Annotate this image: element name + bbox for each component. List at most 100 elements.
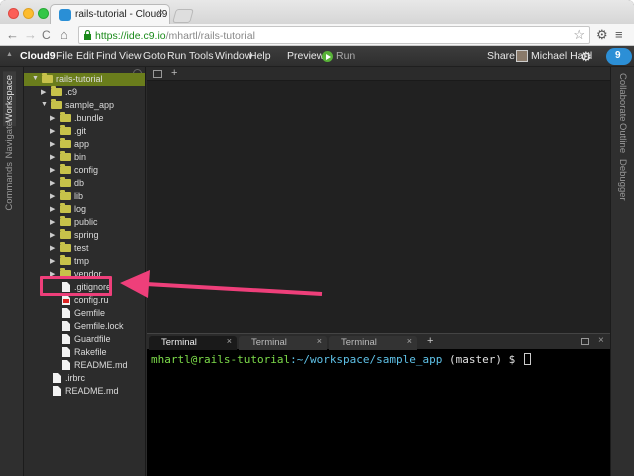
collapsed-caret-icon[interactable]: ▶ [50, 218, 55, 226]
terminal-tab-close-icon[interactable]: × [407, 336, 412, 346]
terminal-output[interactable]: mhartl@rails-tutorial:~/workspace/sample… [151, 353, 531, 366]
cloud9-logo-button[interactable]: 9 [606, 48, 632, 65]
forward-icon[interactable]: → [24, 27, 37, 43]
menu-icon[interactable]: ≡ [615, 27, 623, 42]
tree-file-row[interactable]: Gemfile.lock [24, 320, 145, 333]
terminal-panel[interactable]: Terminal × Terminal × Terminal × + × mha… [147, 333, 610, 476]
tree-folder-row[interactable]: ▼ sample_app [24, 99, 145, 112]
menu-tools[interactable]: Tools [189, 50, 214, 62]
reload-icon[interactable]: C [42, 27, 51, 43]
window-minimize-button[interactable] [23, 8, 34, 19]
tab-debugger[interactable]: Debugger [617, 159, 628, 201]
tab-navigate[interactable]: Navigate [4, 121, 15, 159]
avatar[interactable] [516, 50, 528, 62]
tree-file-row[interactable]: Rakefile [24, 346, 145, 359]
tree-item-label: Rakefile [74, 347, 107, 357]
folder-icon [60, 216, 71, 226]
terminal-tab-3[interactable]: Terminal × [329, 336, 417, 350]
share-button[interactable]: Share [487, 50, 515, 62]
collapsed-caret-icon[interactable]: ▶ [50, 140, 55, 148]
browser-tabstrip: rails-tutorial - Cloud9 × [0, 0, 634, 25]
collapsed-caret-icon[interactable]: ▶ [50, 244, 55, 252]
window-maximize-button[interactable] [38, 8, 49, 19]
collapsed-caret-icon[interactable]: ▶ [50, 257, 55, 265]
tree-folder-row[interactable]: ▶ bin [24, 151, 145, 164]
expanded-caret-icon[interactable]: ▼ [32, 75, 39, 82]
collapsed-caret-icon[interactable]: ▶ [50, 153, 55, 161]
tree-folder-row[interactable]: ▶ .git [24, 125, 145, 138]
collapsed-caret-icon[interactable]: ▶ [50, 114, 55, 122]
tree-folder-row[interactable]: ▶ config [24, 164, 145, 177]
tree-item-label: test [74, 243, 89, 253]
gear-icon[interactable]: ⚙ [596, 27, 608, 43]
tabs-list-icon[interactable] [153, 70, 162, 78]
menu-run[interactable]: Run [167, 50, 186, 62]
tree-file-row[interactable]: Gemfile [24, 307, 145, 320]
tree-file-row[interactable]: Guardfile [24, 333, 145, 346]
tree-file-row[interactable]: README.md [24, 385, 145, 398]
new-tab-button[interactable] [172, 9, 194, 23]
run-button[interactable]: Run [336, 50, 355, 62]
menu-cloud9[interactable]: Cloud9 [20, 50, 56, 62]
close-panel-icon[interactable]: × [598, 335, 604, 346]
menu-view[interactable]: View [119, 50, 142, 62]
terminal-tab-close-icon[interactable]: × [227, 336, 232, 346]
tab-workspace[interactable]: Workspace [3, 71, 16, 127]
browser-tab-active[interactable]: rails-tutorial - Cloud9 × [50, 4, 170, 25]
preview-button[interactable]: Preview [287, 50, 324, 62]
terminal-tab-close-icon[interactable]: × [317, 336, 322, 346]
menu-file[interactable]: File [56, 50, 73, 62]
menu-window[interactable]: Window [215, 50, 252, 62]
settings-gear-icon[interactable]: ⚙ [580, 49, 592, 65]
address-bar[interactable]: https://ide.c9.io/mhartl/rails-tutorial … [78, 26, 590, 44]
collapsed-caret-icon[interactable]: ▶ [41, 88, 46, 96]
tree-folder-row[interactable]: ▶ .bundle [24, 112, 145, 125]
tree-folder-row[interactable]: ▶ tmp [24, 255, 145, 268]
terminal-tab-2[interactable]: Terminal × [239, 336, 327, 350]
tree-folder-row[interactable]: ▶ db [24, 177, 145, 190]
tab-collaborate[interactable]: Collaborate [617, 73, 628, 122]
tree-item-label: Gemfile.lock [74, 321, 124, 331]
collapsed-caret-icon[interactable]: ▶ [50, 127, 55, 135]
editor-area[interactable]: + [147, 67, 610, 333]
bookmark-star-icon[interactable]: ☆ [573, 27, 585, 43]
window-close-button[interactable] [8, 8, 19, 19]
folder-icon [60, 125, 71, 135]
collapsed-caret-icon[interactable]: ▶ [50, 192, 55, 200]
terminal-tab-label: Terminal [161, 337, 197, 348]
run-icon[interactable] [322, 51, 333, 62]
folder-icon [60, 255, 71, 265]
restore-panel-icon[interactable] [581, 338, 589, 345]
tree-folder-row[interactable]: ▶ lib [24, 190, 145, 203]
terminal-cursor [523, 353, 531, 365]
menu-help[interactable]: Help [249, 50, 271, 62]
menu-goto[interactable]: Goto [143, 50, 166, 62]
collapsed-caret-icon[interactable]: ▶ [50, 205, 55, 213]
tree-folder-row[interactable]: ▶ log [24, 203, 145, 216]
tree-folder-row[interactable]: ▶ app [24, 138, 145, 151]
tree-folder-row[interactable]: ▶ public [24, 216, 145, 229]
editor-add-tab-button[interactable]: + [171, 67, 177, 79]
collapse-caret-icon[interactable]: ▲ [6, 51, 13, 58]
collapsed-caret-icon[interactable]: ▶ [50, 166, 55, 174]
collapsed-caret-icon[interactable]: ▶ [50, 231, 55, 239]
tree-folder-row[interactable]: ▼ rails-tutorial [24, 73, 145, 86]
browser-tab-close-icon[interactable]: × [157, 8, 163, 19]
tree-file-row[interactable]: README.md [24, 359, 145, 372]
menu-find[interactable]: Find [96, 50, 116, 62]
tree-file-row[interactable]: .irbrc [24, 372, 145, 385]
tab-commands[interactable]: Commands [4, 162, 15, 211]
browser-tab-title: rails-tutorial - Cloud9 [75, 9, 168, 20]
expanded-caret-icon[interactable]: ▼ [41, 101, 48, 108]
terminal-tab-1[interactable]: Terminal × [149, 336, 237, 350]
tree-folder-row[interactable]: ▶ spring [24, 229, 145, 242]
collapsed-caret-icon[interactable]: ▶ [50, 179, 55, 187]
tree-folder-row[interactable]: ▶ test [24, 242, 145, 255]
home-icon[interactable]: ⌂ [60, 27, 68, 43]
back-icon[interactable]: ← [6, 27, 19, 43]
prompt-user: mhartl@rails-tutorial [151, 353, 291, 366]
menu-edit[interactable]: Edit [76, 50, 94, 62]
terminal-add-tab-button[interactable]: + [427, 335, 433, 347]
tab-outline[interactable]: Outline [617, 123, 628, 153]
tree-folder-row[interactable]: ▶ .c9 [24, 86, 145, 99]
